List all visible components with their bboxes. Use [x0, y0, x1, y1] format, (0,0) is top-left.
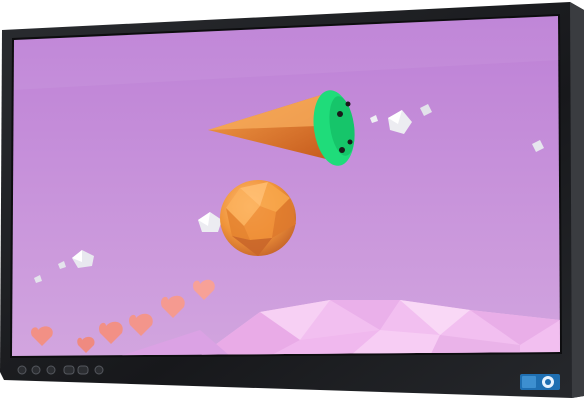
- rocket-dot: [345, 101, 351, 107]
- rocket-dot: [337, 111, 343, 117]
- menu-button[interactable]: [31, 365, 41, 375]
- rocket-dot: [339, 147, 345, 153]
- monitor-photo: [0, 0, 584, 400]
- monitor-scene: [0, 2, 584, 398]
- left-button[interactable]: [46, 365, 56, 375]
- eco-logo-icon: [520, 374, 560, 390]
- rocket-dot: [347, 139, 353, 145]
- bezel-side-edge: [570, 2, 584, 398]
- lowpoly-planet: [220, 180, 296, 256]
- input-button[interactable]: [77, 365, 89, 375]
- right-button[interactable]: [63, 365, 75, 375]
- power-button[interactable]: [17, 365, 27, 375]
- auto-button[interactable]: [94, 365, 104, 375]
